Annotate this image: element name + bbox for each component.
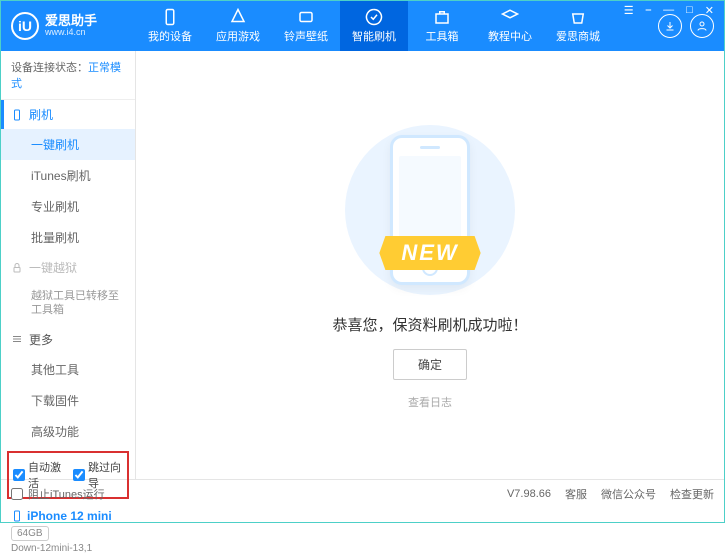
nav-label: 爱思商城 [556, 28, 600, 44]
titlebar: iU 爱思助手 www.i4.cn 我的设备 应用游戏 铃声壁纸 智能刷机 工具… [1, 1, 724, 51]
version-label: V7.98.66 [507, 488, 551, 500]
block-itunes-input[interactable] [11, 488, 23, 500]
section-title: 刷机 [29, 106, 53, 123]
success-illustration: NEW [330, 120, 530, 300]
nav-label: 我的设备 [148, 28, 192, 44]
skip-guide-input[interactable] [73, 469, 85, 481]
logo-icon: iU [11, 12, 39, 40]
wechat-link[interactable]: 微信公众号 [601, 486, 656, 502]
nav-tutorial[interactable]: 教程中心 [476, 1, 544, 51]
view-log-link[interactable]: 查看日志 [408, 394, 452, 410]
nav-apps[interactable]: 应用游戏 [204, 1, 272, 51]
jailbreak-notice: 越狱工具已转移至工具箱 [1, 282, 135, 325]
app-name: 爱思助手 [45, 14, 97, 28]
device-info[interactable]: iPhone 12 mini 64GB Down-12mini-13,1 [1, 503, 135, 560]
device-name: iPhone 12 mini [11, 509, 125, 523]
block-itunes-label: 阻止iTunes运行 [28, 486, 105, 502]
success-message: 恭喜您，保资料刷机成功啦！ [332, 314, 527, 335]
sidebar-item-pro-flash[interactable]: 专业刷机 [1, 191, 135, 222]
nav-ringtone[interactable]: 铃声壁纸 [272, 1, 340, 51]
sidebar-item-batch-flash[interactable]: 批量刷机 [1, 222, 135, 253]
nav-label: 智能刷机 [352, 28, 396, 44]
menu-icon[interactable]: ☰ [621, 4, 637, 17]
nav-label: 教程中心 [488, 28, 532, 44]
nav-smart-flash[interactable]: 智能刷机 [340, 1, 408, 51]
download-button[interactable] [658, 14, 682, 38]
sidebar-section-jailbreak[interactable]: 一键越狱 [1, 253, 135, 282]
sidebar-item-oneclick-flash[interactable]: 一键刷机 [1, 129, 135, 160]
more-icon [11, 333, 23, 345]
device-storage: 64GB [11, 526, 49, 541]
phone-icon [11, 510, 23, 522]
nav-label: 工具箱 [426, 28, 459, 44]
nav-toolbox[interactable]: 工具箱 [408, 1, 476, 51]
user-button[interactable] [690, 14, 714, 38]
tutorial-icon [501, 8, 519, 26]
shop-icon [569, 8, 587, 26]
nav-shop[interactable]: 爱思商城 [544, 1, 612, 51]
close-icon[interactable]: ✕ [702, 4, 717, 17]
main-nav: 我的设备 应用游戏 铃声壁纸 智能刷机 工具箱 教程中心 爱思商城 [136, 1, 658, 51]
device-icon [161, 8, 179, 26]
sidebar-item-download-firmware[interactable]: 下载固件 [1, 385, 135, 416]
sidebar-item-advanced[interactable]: 高级功能 [1, 416, 135, 447]
app-logo: iU 爱思助手 www.i4.cn [11, 12, 136, 40]
check-update-link[interactable]: 检查更新 [670, 486, 714, 502]
main-content: NEW 恭喜您，保资料刷机成功啦！ 确定 查看日志 [136, 51, 724, 479]
maximize-icon[interactable]: □ [683, 4, 696, 17]
sidebar-section-flash[interactable]: 刷机 [1, 100, 135, 129]
sidebar: 设备连接状态：正常模式 刷机 一键刷机 iTunes刷机 专业刷机 批量刷机 一… [1, 51, 136, 479]
block-itunes-checkbox[interactable]: 阻止iTunes运行 [11, 486, 105, 502]
app-url: www.i4.cn [45, 28, 97, 38]
section-title: 一键越狱 [29, 259, 77, 276]
auto-activate-input[interactable] [13, 469, 25, 481]
nav-my-device[interactable]: 我的设备 [136, 1, 204, 51]
window-controls: ☰ ⎯ — □ ✕ [621, 4, 717, 17]
new-ribbon: NEW [379, 236, 480, 270]
titlebar-right [658, 14, 714, 38]
sidebar-item-itunes-flash[interactable]: iTunes刷机 [1, 160, 135, 191]
customer-service-link[interactable]: 客服 [565, 486, 587, 502]
pin-icon[interactable]: ⎯ [643, 4, 655, 17]
apps-icon [229, 8, 247, 26]
flash-section-icon [11, 109, 23, 121]
confirm-button[interactable]: 确定 [393, 349, 467, 380]
ringtone-icon [297, 8, 315, 26]
nav-label: 铃声壁纸 [284, 28, 328, 44]
nav-label: 应用游戏 [216, 28, 260, 44]
toolbox-icon [433, 8, 451, 26]
minimize-icon[interactable]: — [660, 4, 677, 17]
section-title: 更多 [29, 331, 53, 348]
flash-icon [365, 8, 383, 26]
status-label: 设备连接状态： [11, 62, 88, 74]
sidebar-item-other-tools[interactable]: 其他工具 [1, 354, 135, 385]
lock-icon [11, 262, 23, 274]
body-area: 设备连接状态：正常模式 刷机 一键刷机 iTunes刷机 专业刷机 批量刷机 一… [1, 51, 724, 479]
connection-status: 设备连接状态：正常模式 [1, 51, 135, 100]
sidebar-section-more[interactable]: 更多 [1, 325, 135, 354]
device-model: Down-12mini-13,1 [11, 543, 125, 554]
